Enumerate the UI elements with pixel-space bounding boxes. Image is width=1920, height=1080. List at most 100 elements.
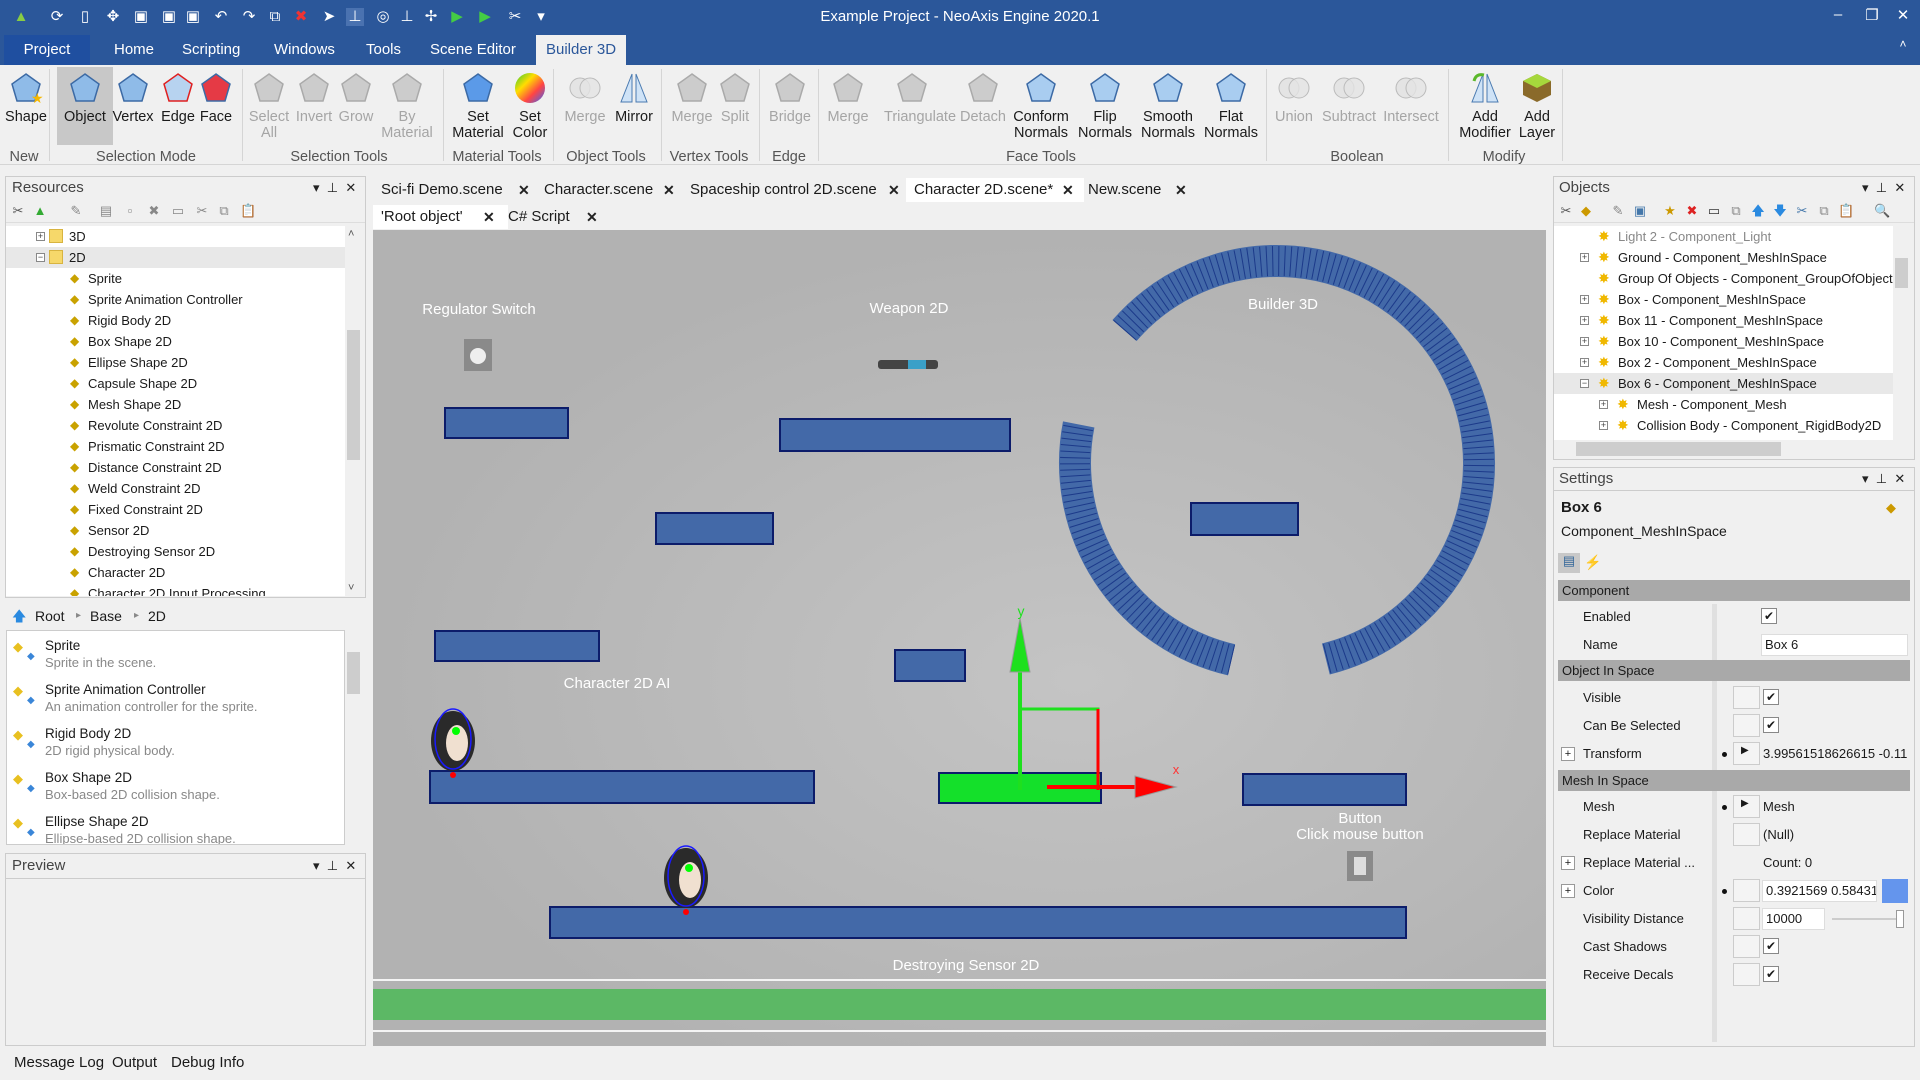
tree-item-character-2d[interactable]: ◆ Character 2D bbox=[6, 562, 345, 583]
menu-tab-project[interactable]: Project bbox=[4, 35, 90, 65]
tab-message-log[interactable]: Message Log bbox=[14, 1054, 104, 1071]
add-shapes-icon[interactable]: ▲ bbox=[32, 203, 48, 219]
character-ground-marker[interactable] bbox=[450, 772, 456, 778]
ribbon-button-mirror[interactable]: Mirror bbox=[606, 67, 662, 145]
menu-tab-scene-editor[interactable]: Scene Editor bbox=[420, 35, 526, 65]
tree-item-capsule-shape-2d[interactable]: ◆ Capsule Shape 2D bbox=[6, 373, 345, 394]
expand-transform-button[interactable]: + bbox=[1561, 747, 1575, 761]
gizmo-x-arrow[interactable] bbox=[1134, 775, 1178, 799]
destroying-sensor-area[interactable] bbox=[373, 989, 1546, 1020]
document-tab-character-2d-scene-[interactable]: Character 2D.scene* bbox=[906, 178, 1084, 202]
expander-icon[interactable]: + bbox=[1580, 295, 1589, 304]
minimize-button[interactable]: – bbox=[1828, 6, 1848, 23]
tab-debug-info[interactable]: Debug Info bbox=[171, 1054, 244, 1071]
ribbon-button-add-layer[interactable]: Add Layer bbox=[1509, 67, 1565, 145]
object-item-box-6[interactable]: − ✸ Box 6 - Component_MeshInSpace bbox=[1554, 373, 1893, 394]
builder-3d-arc[interactable] bbox=[1112, 245, 1495, 675]
move-down-icon[interactable]: 🡇 bbox=[1772, 203, 1788, 219]
objects-hscrollbar[interactable] bbox=[1554, 440, 1893, 458]
color-swatch[interactable] bbox=[1882, 879, 1908, 903]
ribbon-button-conform-normals[interactable]: Conform Normals bbox=[1013, 67, 1069, 145]
menu-tab-scripting[interactable]: Scripting bbox=[172, 35, 250, 65]
up-arrow-icon[interactable]: 🡅 bbox=[12, 604, 26, 628]
ribbon-button-shape[interactable]: ★ Shape bbox=[0, 67, 54, 145]
expander-icon[interactable]: + bbox=[1580, 253, 1589, 262]
open-icon[interactable]: ▤ bbox=[98, 203, 114, 219]
ribbon-button-detach[interactable]: Detach bbox=[955, 67, 1011, 145]
cut-icon[interactable]: ✂ bbox=[1794, 203, 1810, 219]
property-receive-decals-checkbox[interactable]: ✔ bbox=[1763, 966, 1779, 982]
property-visible-checkbox[interactable]: ✔ bbox=[1763, 689, 1779, 705]
close-tab-icon[interactable]: ✕ bbox=[518, 182, 530, 199]
properties-tab-icon[interactable]: ▤ bbox=[1558, 553, 1580, 573]
dropdown-icon[interactable]: ▾ bbox=[1862, 471, 1869, 486]
object-item-box-11[interactable]: + ✸ Box 11 - Component_MeshInSpace bbox=[1554, 310, 1893, 331]
copy-icon[interactable]: ⧉ bbox=[216, 203, 232, 219]
object-item-collision-body[interactable]: + ✸ Collision Body - Component_RigidBody2D bbox=[1554, 415, 1893, 436]
object-item-ground[interactable]: + ✸ Ground - Component_MeshInSpace bbox=[1554, 247, 1893, 268]
ribbon-button-union[interactable]: Union bbox=[1266, 67, 1322, 145]
ribbon-button-merge[interactable]: Merge bbox=[820, 67, 876, 145]
pin-icon[interactable]: ⊥ bbox=[327, 180, 338, 195]
cut-icon[interactable]: ✂ bbox=[194, 203, 210, 219]
weapon-2d-detail[interactable] bbox=[908, 360, 926, 369]
object-item-mesh[interactable]: + ✸ Mesh - Component_Mesh bbox=[1554, 394, 1893, 415]
dropdown-icon[interactable]: ▾ bbox=[313, 858, 320, 873]
close-button[interactable]: ✕ bbox=[1893, 6, 1913, 24]
expander-icon[interactable]: + bbox=[1580, 358, 1589, 367]
close-tab-icon[interactable]: ✕ bbox=[586, 209, 598, 226]
character-eye-marker[interactable] bbox=[685, 864, 693, 872]
rename-icon[interactable]: ▭ bbox=[170, 203, 186, 219]
regulator-switch-knob[interactable] bbox=[470, 348, 486, 364]
subtab-c#-script[interactable]: C# Script bbox=[500, 205, 578, 229]
property-cast-shadows-reset-box[interactable] bbox=[1733, 935, 1760, 958]
objects-vscrollbar[interactable] bbox=[1893, 226, 1910, 440]
ribbon-button-grow[interactable]: Grow bbox=[328, 67, 384, 145]
document-tab-sci-fi-demo-scene[interactable]: Sci-fi Demo.scene bbox=[373, 178, 511, 202]
button-face[interactable] bbox=[1354, 857, 1366, 875]
list-item[interactable]: ◆ ◆ Rigid Body 2D 2D rigid physical body. bbox=[7, 723, 344, 767]
property-can-be-selected-checkbox[interactable]: ✔ bbox=[1763, 717, 1779, 733]
edit-icon[interactable]: ✎ bbox=[68, 203, 84, 219]
restore-button[interactable]: ❐ bbox=[1862, 6, 1882, 24]
close-icon[interactable]: ✕ bbox=[345, 858, 356, 873]
ribbon-button-merge[interactable]: Merge bbox=[557, 67, 613, 145]
tree-item-2d[interactable]: − 2D bbox=[6, 247, 345, 268]
property-color-input[interactable]: 0.3921569 0.5843137 bbox=[1762, 880, 1877, 902]
clone-icon[interactable]: ⧉ bbox=[1728, 203, 1744, 219]
tree-item-sprite[interactable]: ◆ Sprite bbox=[6, 268, 345, 289]
scroll-up-icon[interactable]: ˄ bbox=[348, 228, 354, 240]
property-visibility-distance-reset-box[interactable] bbox=[1733, 907, 1760, 930]
dropdown-icon[interactable]: ▾ bbox=[313, 180, 320, 195]
box-platform[interactable] bbox=[779, 418, 1011, 452]
box-platform[interactable] bbox=[549, 906, 1407, 939]
ribbon-button-split[interactable]: Split bbox=[707, 67, 763, 145]
tree-item-sprite-animation-controller[interactable]: ◆ Sprite Animation Controller bbox=[6, 289, 345, 310]
box-platform[interactable] bbox=[655, 512, 774, 545]
tree-item-destroying-sensor-2d[interactable]: ◆ Destroying Sensor 2D bbox=[6, 541, 345, 562]
add-component-icon[interactable]: ◆ bbox=[1578, 203, 1594, 219]
scene-viewport[interactable]: Regulator Switch Weapon 2D Builder 3D Chara… bbox=[373, 230, 1546, 1046]
box-platform[interactable] bbox=[444, 407, 569, 439]
property-can-be-selected-reset-box[interactable] bbox=[1733, 714, 1760, 737]
list-scrollbar[interactable] bbox=[345, 630, 362, 845]
settings-tools-icon[interactable]: ✂ bbox=[10, 203, 26, 219]
search-icon[interactable]: 🔍 bbox=[1874, 203, 1890, 219]
character-eye-marker[interactable] bbox=[452, 727, 460, 735]
list-item[interactable]: ◆ ◆ Sprite Sprite in the scene. bbox=[7, 635, 344, 679]
pin-icon[interactable]: ⊥ bbox=[327, 858, 338, 873]
tree-item-prismatic-constraint-2d[interactable]: ◆ Prismatic Constraint 2D bbox=[6, 436, 345, 457]
expand-color-button[interactable]: + bbox=[1561, 884, 1575, 898]
edit-icon[interactable]: ✎ bbox=[1610, 203, 1626, 219]
close-tab-icon[interactable]: ✕ bbox=[663, 182, 675, 199]
expander-icon[interactable]: + bbox=[36, 232, 45, 241]
scrollbar-thumb[interactable] bbox=[347, 330, 360, 460]
list-item[interactable]: ◆ ◆ Sprite Animation Controller An animatio… bbox=[7, 679, 344, 723]
delete-icon[interactable]: ✖ bbox=[146, 203, 162, 219]
breadcrumb-base[interactable]: Base bbox=[90, 604, 122, 628]
document-tab-spaceship-control-2d-scene[interactable]: Spaceship control 2D.scene bbox=[682, 178, 885, 202]
object-item-box-2[interactable]: + ✸ Box 2 - Component_MeshInSpace bbox=[1554, 352, 1893, 373]
expander-icon[interactable]: − bbox=[36, 253, 45, 262]
tree-item-3d[interactable]: +3D bbox=[6, 226, 345, 247]
ribbon-button-flat-normals[interactable]: Flat Normals bbox=[1203, 67, 1259, 145]
